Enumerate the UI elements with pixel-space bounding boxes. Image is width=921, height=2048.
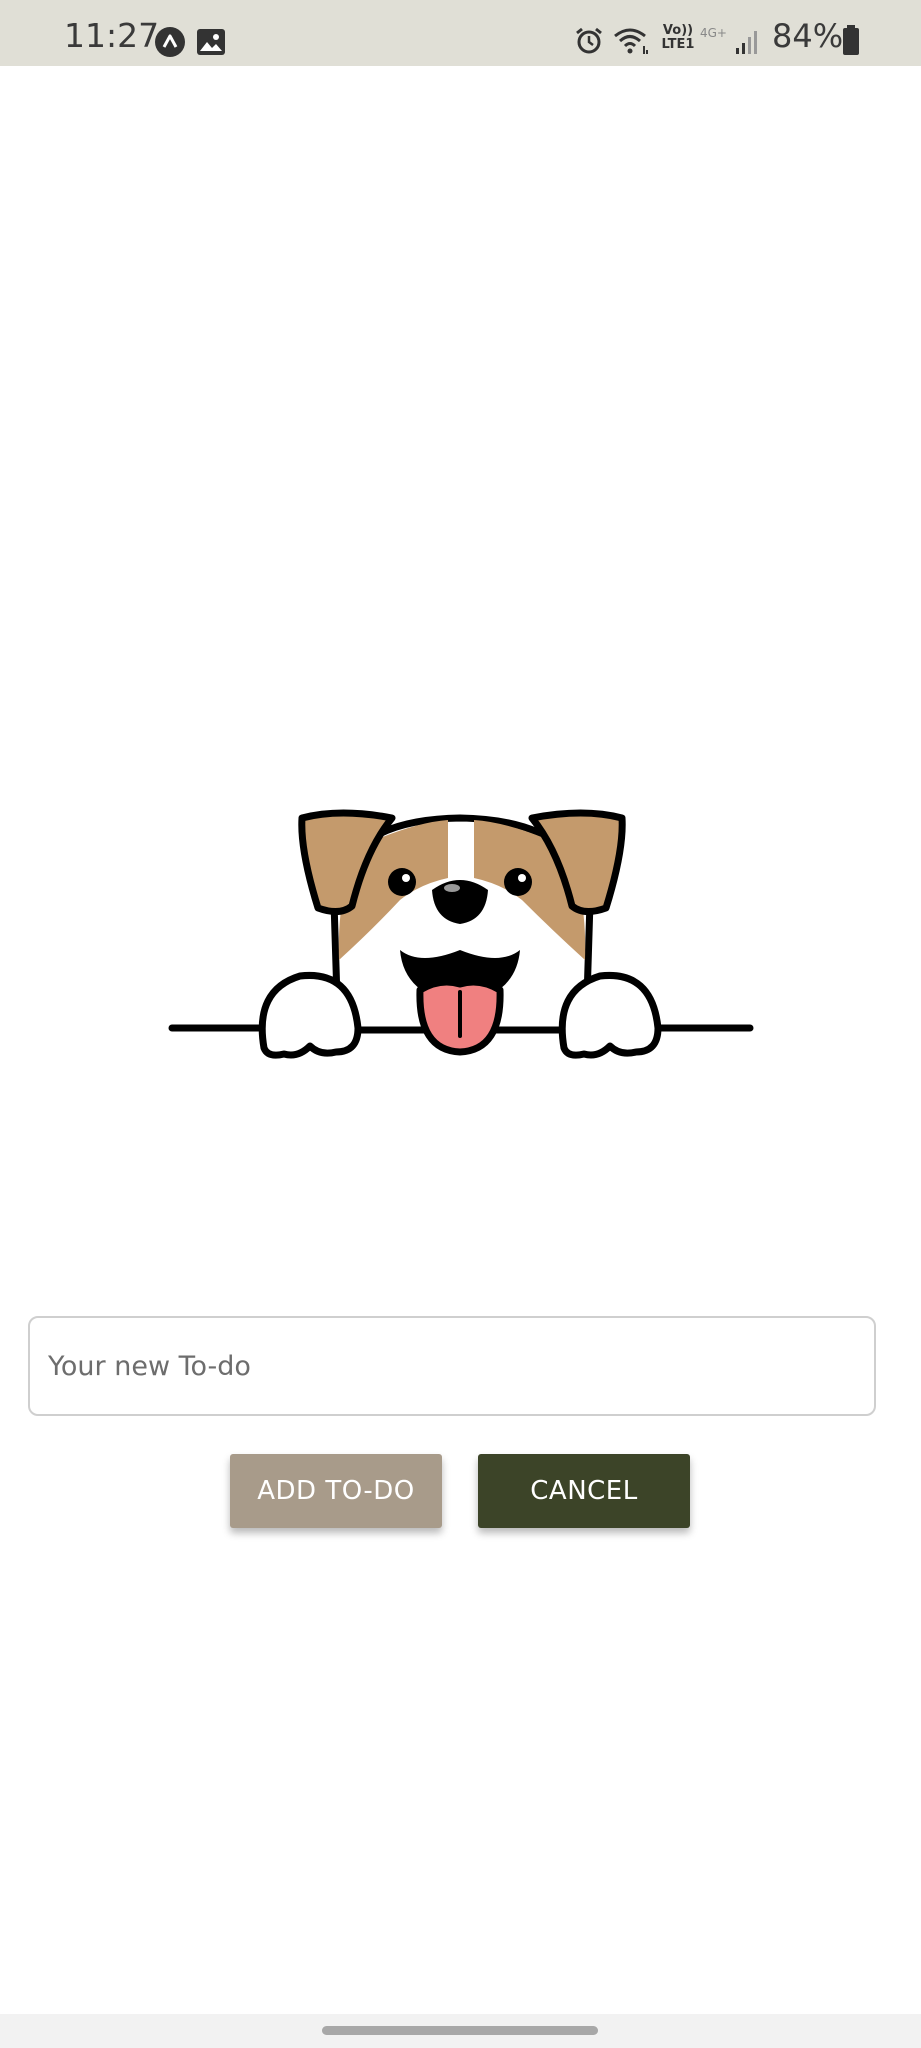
battery-icon <box>843 25 859 55</box>
alarm-icon <box>576 27 602 54</box>
signal-icon <box>736 31 757 54</box>
wifi-icon <box>614 28 648 54</box>
network-4g-icon: 4G+ <box>700 26 727 40</box>
cancel-button[interactable]: CANCEL <box>478 1454 690 1528</box>
add-todo-button[interactable]: ADD TO-DO <box>230 1454 442 1528</box>
volte-label-top: Vo)) <box>662 23 694 38</box>
navigation-bar <box>0 2014 921 2048</box>
status-time: 11:27 <box>64 16 160 55</box>
home-gesture-handle[interactable] <box>322 2026 598 2035</box>
volte-icon: Vo)) LTE1 <box>660 24 696 52</box>
app-a-icon <box>155 27 185 57</box>
volte-label-bottom: LTE1 <box>661 37 695 52</box>
status-bar: 11:27 Vo)) LTE1 4G+ 84% <box>0 0 921 66</box>
gallery-icon <box>197 29 225 55</box>
dog-illustration <box>168 809 754 1059</box>
battery-percent: 84% <box>772 17 844 55</box>
todo-input[interactable] <box>28 1316 876 1416</box>
